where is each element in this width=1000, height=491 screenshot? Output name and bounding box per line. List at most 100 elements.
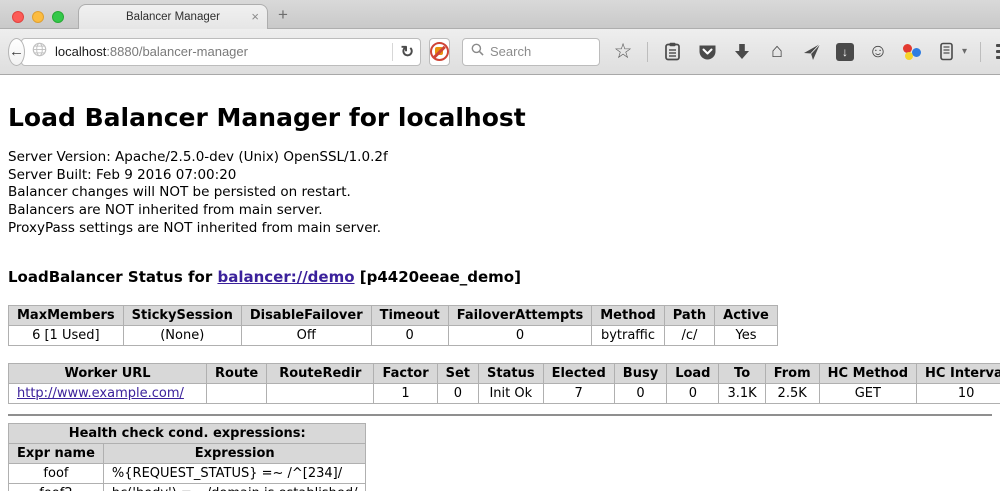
pocket-icon[interactable] <box>696 43 718 61</box>
titlebar: Balancer Manager × + <box>0 0 1000 29</box>
urlbar-divider <box>392 43 393 61</box>
cell-maxmembers: 6 [1 Used] <box>9 325 124 345</box>
table-row: http://www.example.com/ 1 0 Init Ok 7 0 … <box>9 383 1000 403</box>
colored-dots-extension-icon[interactable] <box>902 43 922 61</box>
tab-title: Balancer Manager <box>126 11 220 23</box>
close-window-button[interactable] <box>12 11 24 23</box>
col-from: From <box>765 363 819 383</box>
url-path: :8880/balancer-manager <box>106 44 248 59</box>
cell-hc-interval: 10 <box>917 383 1000 403</box>
square-download-arrow: ↓ <box>842 45 848 59</box>
loadbalancer-status-heading: LoadBalancer Status for balancer://demo … <box>8 268 992 286</box>
table-header-row: Expr name Expression <box>9 443 366 463</box>
device-battery-icon[interactable] <box>935 42 957 61</box>
url-text[interactable]: localhost:8880/balancer-manager <box>55 44 384 59</box>
back-icon: ← <box>9 43 24 60</box>
page-content: Load Balancer Manager for localhost Serv… <box>0 103 1000 491</box>
cell-from: 2.5K <box>765 383 819 403</box>
browser-window: Balancer Manager × + ← localhost:8880/ba… <box>0 0 1000 491</box>
square-download-icon[interactable]: ↓ <box>836 43 854 61</box>
globe-icon <box>32 42 47 62</box>
cell-set: 0 <box>437 383 478 403</box>
col-hc-method: HC Method <box>819 363 916 383</box>
col-stickysession: StickySession <box>123 305 241 325</box>
home-icon[interactable]: ⌂ <box>766 40 788 63</box>
proxypass-note-line: ProxyPass settings are NOT inherited fro… <box>8 220 992 238</box>
col-failoverattempts: FailoverAttempts <box>448 305 592 325</box>
col-factor: Factor <box>374 363 437 383</box>
table-header-row: MaxMembers StickySession DisableFailover… <box>9 305 778 325</box>
cell-failoverattempts: 0 <box>448 325 592 345</box>
cell-to: 3.1K <box>719 383 765 403</box>
cell-timeout: 0 <box>371 325 448 345</box>
col-worker-url: Worker URL <box>9 363 207 383</box>
worker-table: Worker URL Route RouteRedir Factor Set S… <box>8 363 1000 404</box>
back-button[interactable]: ← <box>8 38 25 66</box>
send-plane-icon[interactable] <box>801 43 823 61</box>
toolbar-separator <box>647 42 648 62</box>
col-expr-name: Expr name <box>9 443 104 463</box>
cell-status: Init Ok <box>479 383 544 403</box>
balancer-summary-table: MaxMembers StickySession DisableFailover… <box>8 305 778 346</box>
server-info: Server Version: Apache/2.5.0-dev (Unix) … <box>8 149 992 238</box>
table-header-row: Worker URL Route RouteRedir Factor Set S… <box>9 363 1000 383</box>
health-table-title: Health check cond. expressions: <box>9 423 366 443</box>
col-active: Active <box>715 305 778 325</box>
page-title: Load Balancer Manager for localhost <box>8 103 992 132</box>
cell-stickysession: (None) <box>123 325 241 345</box>
cell-factor: 1 <box>374 383 437 403</box>
bookmark-star-icon[interactable]: ☆ <box>612 42 634 62</box>
minimize-window-button[interactable] <box>32 11 44 23</box>
col-busy: Busy <box>614 363 666 383</box>
zoom-window-button[interactable] <box>52 11 64 23</box>
balancer-demo-link[interactable]: balancer://demo <box>217 268 354 286</box>
clipboard-icon[interactable] <box>661 42 683 61</box>
status-prefix: LoadBalancer Status for <box>8 268 217 286</box>
col-status: Status <box>479 363 544 383</box>
worker-url-link[interactable]: http://www.example.com/ <box>17 386 184 401</box>
col-disablefailover: DisableFailover <box>241 305 371 325</box>
cell-load: 0 <box>667 383 719 403</box>
cell-route <box>207 383 267 403</box>
menu-hamburger-icon[interactable] <box>996 44 1000 59</box>
search-input[interactable] <box>490 44 590 59</box>
chevron-down-icon[interactable]: ▾ <box>962 46 967 57</box>
col-timeout: Timeout <box>371 305 448 325</box>
reload-icon[interactable]: ↻ <box>401 42 414 62</box>
table-row: 6 [1 Used] (None) Off 0 0 bytraffic /c/ … <box>9 325 778 345</box>
col-maxmembers: MaxMembers <box>9 305 124 325</box>
new-tab-button[interactable]: + <box>278 5 288 25</box>
tab-balancer-manager[interactable]: Balancer Manager × <box>78 4 268 29</box>
cell-busy: 0 <box>614 383 666 403</box>
server-version-line: Server Version: Apache/2.5.0-dev (Unix) … <box>8 149 992 167</box>
col-route: Route <box>207 363 267 383</box>
download-arrow-icon[interactable] <box>731 43 753 60</box>
cell-method: bytraffic <box>592 325 664 345</box>
cell-disablefailover: Off <box>241 325 371 345</box>
smiley-icon[interactable]: ☺ <box>867 41 889 63</box>
persist-note-line: Balancer changes will NOT be persisted o… <box>8 184 992 202</box>
server-built-line: Server Built: Feb 9 2016 07:00:20 <box>8 167 992 185</box>
cell-expression: %{REQUEST_STATUS} =~ /^[234]/ <box>103 463 366 483</box>
toolbar-separator <box>980 42 981 62</box>
url-domain: localhost <box>55 44 106 59</box>
table-row: foof2 hc('body') =~ /domain is establish… <box>9 483 366 491</box>
tab-close-icon[interactable]: × <box>251 9 259 24</box>
col-path: Path <box>664 305 714 325</box>
health-check-table: Health check cond. expressions: Expr nam… <box>8 423 366 491</box>
col-load: Load <box>667 363 719 383</box>
cell-elected: 7 <box>543 383 614 403</box>
search-icon <box>471 43 484 61</box>
col-routeredir: RouteRedir <box>267 363 374 383</box>
status-suffix: [p4420eeae_demo] <box>355 268 521 286</box>
window-controls <box>12 11 64 23</box>
col-set: Set <box>437 363 478 383</box>
url-bar[interactable]: localhost:8880/balancer-manager ↻ <box>21 38 421 66</box>
col-hc-interval: HC Interval <box>917 363 1000 383</box>
cell-expression: hc('body') =~ /domain is established/ <box>103 483 366 491</box>
col-expression: Expression <box>103 443 366 463</box>
col-to: To <box>719 363 765 383</box>
search-bar[interactable] <box>462 38 600 66</box>
adblock-button[interactable] <box>429 38 450 66</box>
adblock-icon <box>430 42 449 61</box>
